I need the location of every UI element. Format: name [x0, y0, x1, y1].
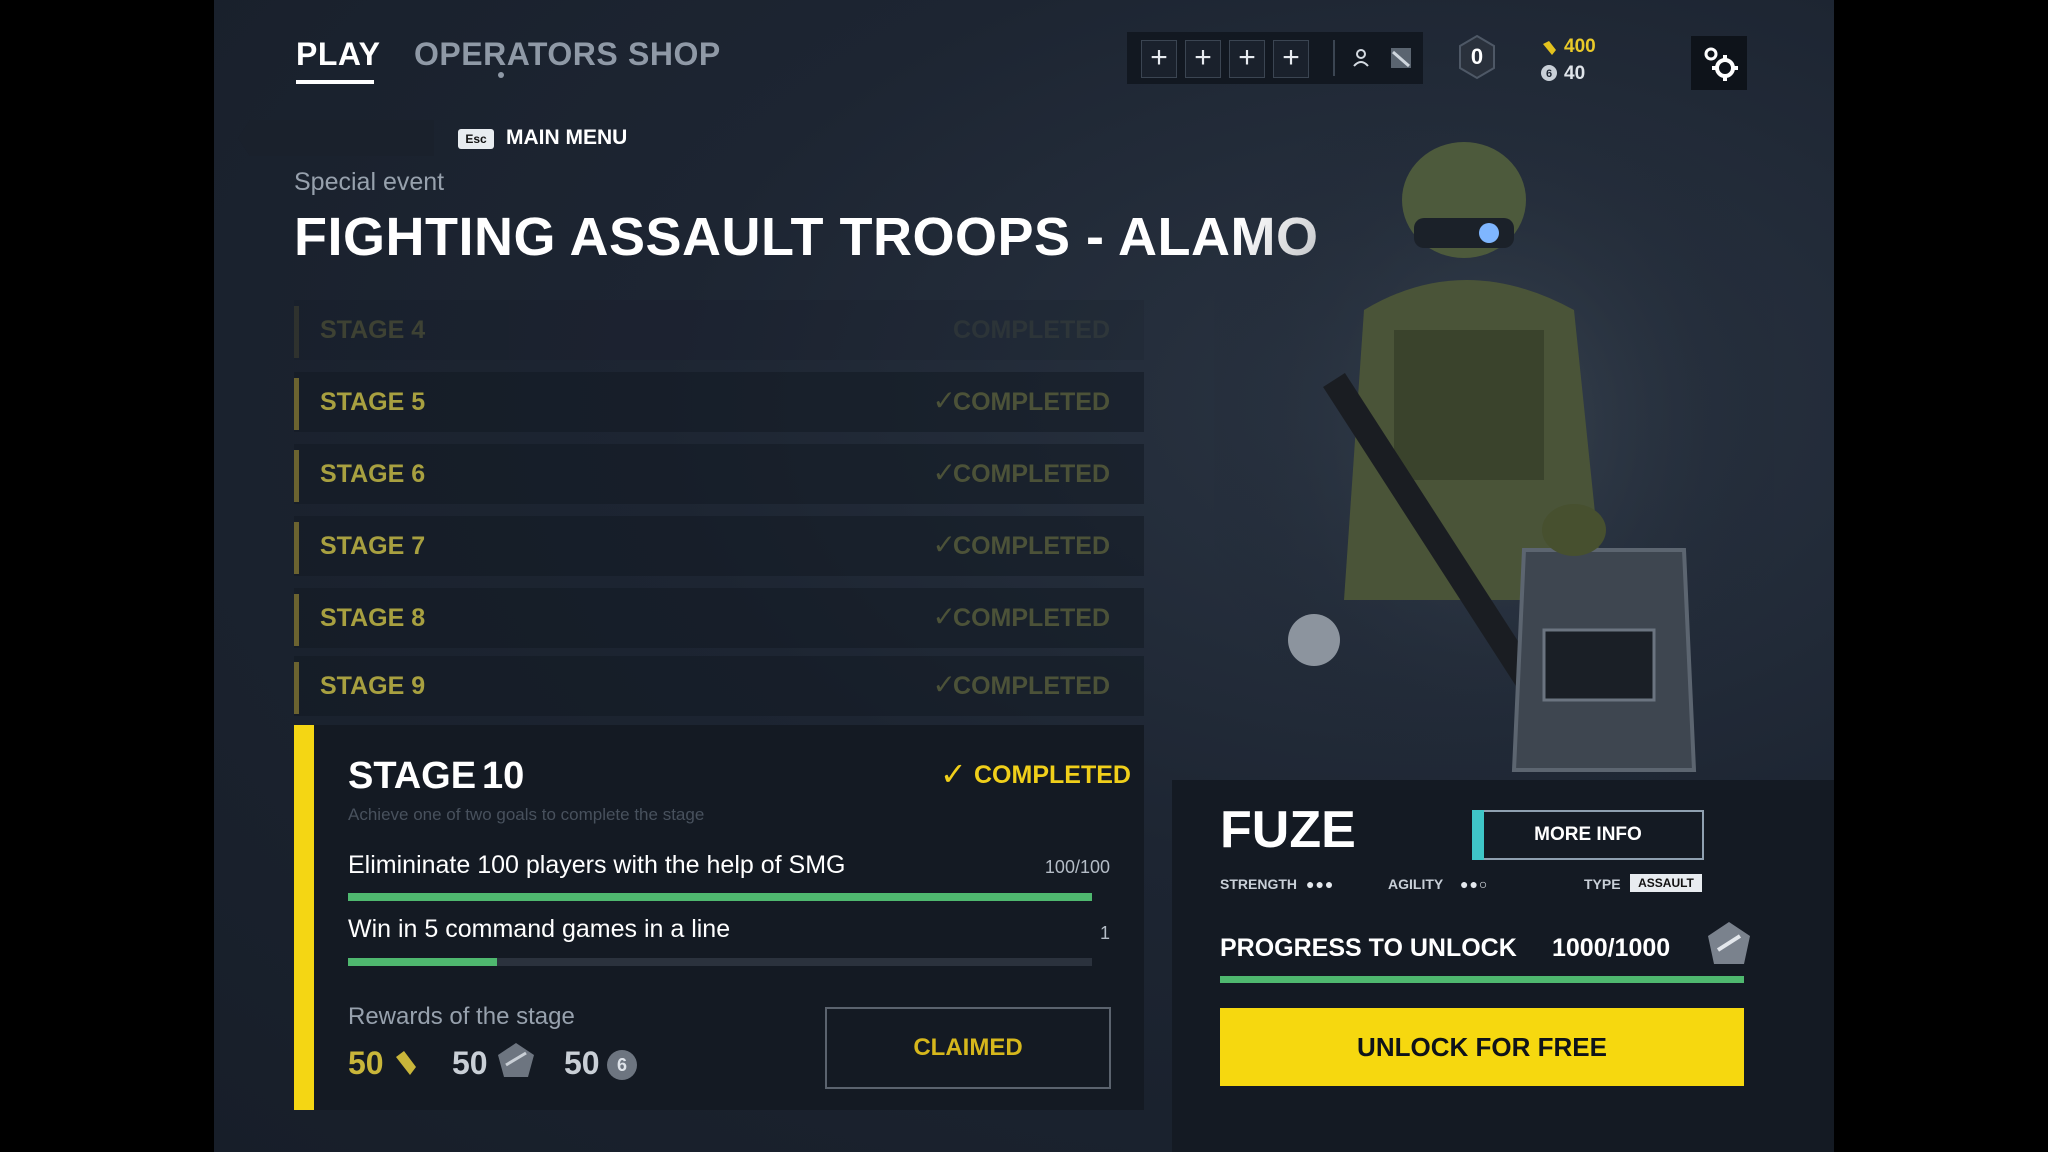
gear-icon — [1704, 47, 1738, 81]
strength-label: STRENGTH — [1220, 876, 1297, 892]
operator-card: FUZE MORE INFO STRENGTH ●●● AGILITY ●●○ … — [1172, 780, 1834, 1152]
operator-name: FUZE — [1220, 801, 1356, 859]
more-info-button[interactable]: MORE INFO — [1472, 810, 1704, 860]
active-stage-status: COMPLETED — [974, 761, 1131, 789]
goal-progress-track — [348, 893, 1092, 901]
stage-label: STAGE 6 — [320, 460, 426, 488]
stage-hint: Achieve one of two goals to complete the… — [348, 805, 705, 824]
xp-wing-icon — [494, 1041, 538, 1081]
type-badge: ASSAULT — [1630, 874, 1702, 892]
stage-status: COMPLETED — [953, 460, 1110, 488]
game-screen: PLAY OPERATORS SHOP + + + + 0 400 6 40 E… — [214, 0, 1834, 1152]
goal-text: Elimininate 100 players with the help of… — [348, 851, 846, 879]
check-icon: ✓ — [940, 756, 967, 792]
silver-amount: 40 — [1564, 63, 1586, 84]
stage-label: STAGE 5 — [320, 388, 426, 416]
agility-dots: ●●○ — [1460, 876, 1489, 892]
active-stage-panel: STAGE 10 ✓ COMPLETED Achieve one of two … — [294, 725, 1144, 1110]
knife-icon[interactable] — [1387, 44, 1415, 72]
active-stage-number: 10 — [482, 755, 525, 797]
stage-status: COMPLETED — [953, 532, 1110, 560]
goal-progress-track — [348, 958, 1092, 966]
stage-label: STAGE 8 — [320, 604, 426, 632]
svg-text:6: 6 — [1546, 68, 1552, 80]
stage-bar — [294, 378, 299, 430]
stage-row[interactable]: STAGE 8 ✓ COMPLETED — [294, 588, 1144, 648]
progress-value: 1000/1000 — [1552, 934, 1671, 962]
gold-currency-icon — [392, 1047, 420, 1079]
stage-bar — [294, 306, 299, 358]
xp-wing-icon — [1704, 920, 1754, 968]
loadout-slots: + + + + — [1127, 32, 1423, 84]
stage-status: COMPLETED — [953, 316, 1110, 344]
reward-amount: 50 — [564, 1045, 600, 1081]
stage-bar — [294, 522, 299, 574]
stage-status: COMPLETED — [953, 388, 1110, 416]
six-coin-icon: 6 — [606, 1049, 638, 1081]
more-info-accent — [1472, 810, 1484, 860]
esc-key-badge: Esc — [458, 129, 494, 149]
stage-bar — [294, 662, 299, 714]
stage-row[interactable]: STAGE 7 ✓ COMPLETED — [294, 516, 1144, 576]
plus-icon[interactable]: + — [1185, 40, 1221, 78]
stage-status: COMPLETED — [953, 604, 1110, 632]
goal-value: 100/100 — [1044, 857, 1110, 877]
unlock-button[interactable]: UNLOCK FOR FREE — [1220, 1008, 1744, 1086]
type-label: TYPE — [1584, 876, 1621, 892]
active-tab-underline — [296, 80, 374, 84]
event-subtitle: Special event — [294, 168, 445, 196]
unlock-progress-fill — [1220, 976, 1744, 983]
goal-progress-fill — [348, 958, 497, 966]
notification-dot — [498, 72, 504, 78]
stage-label: STAGE 4 — [320, 316, 426, 344]
stage-status: COMPLETED — [953, 672, 1110, 700]
operator-portrait — [1214, 130, 1774, 780]
stage-row[interactable]: STAGE 6 ✓ COMPLETED — [294, 444, 1144, 504]
stage-bar — [294, 450, 299, 502]
plus-icon[interactable]: + — [1141, 40, 1177, 78]
goal-progress-fill — [348, 893, 1092, 901]
person-icon[interactable] — [1347, 44, 1375, 72]
reward-amount: 50 — [452, 1045, 488, 1081]
stage-row[interactable]: STAGE 4 COMPLETED — [294, 300, 1144, 360]
unlock-progress-track — [1220, 976, 1744, 983]
stage-label: STAGE 7 — [320, 532, 426, 560]
level-badge-value: 0 — [1470, 44, 1484, 69]
active-stage-bar — [294, 725, 314, 1110]
plus-icon[interactable]: + — [1229, 40, 1265, 78]
reward-amount: 50 — [348, 1045, 384, 1081]
claimed-button[interactable]: CLAIMED — [825, 1007, 1111, 1089]
stage-bar — [294, 594, 299, 646]
silver-coin-icon: 6 — [1540, 64, 1558, 82]
tab-operators[interactable]: OPERATORS — [414, 36, 618, 73]
strength-dots: ●●● — [1306, 876, 1335, 892]
stage-label: STAGE 9 — [320, 672, 426, 700]
tab-play[interactable]: PLAY — [296, 36, 380, 73]
gold-currency-icon — [1540, 38, 1560, 58]
main-menu-label[interactable]: MAIN MENU — [506, 126, 627, 150]
main-menu-button[interactable] — [238, 120, 434, 156]
stage-row[interactable]: STAGE 5 ✓ COMPLETED — [294, 372, 1144, 432]
svg-text:6: 6 — [617, 1055, 627, 1075]
agility-label: AGILITY — [1388, 876, 1444, 892]
settings-button[interactable] — [1691, 36, 1747, 90]
goal-value: 1 — [1099, 923, 1110, 943]
progress-label: PROGRESS TO UNLOCK — [1220, 934, 1517, 962]
rewards-label: Rewards of the stage — [348, 1003, 575, 1030]
active-stage-title: STAGE — [348, 755, 477, 797]
plus-icon[interactable]: + — [1273, 40, 1309, 78]
tab-shop[interactable]: SHOP — [628, 36, 721, 73]
event-title: FIGHTING ASSAULT TROOPS - ALAMO — [294, 207, 1319, 267]
goal-text: Win in 5 command games in a line — [348, 915, 731, 943]
gold-amount: 400 — [1564, 36, 1596, 57]
stage-row[interactable]: STAGE 9 ✓ COMPLETED — [294, 656, 1144, 716]
slot-divider — [1333, 40, 1335, 76]
